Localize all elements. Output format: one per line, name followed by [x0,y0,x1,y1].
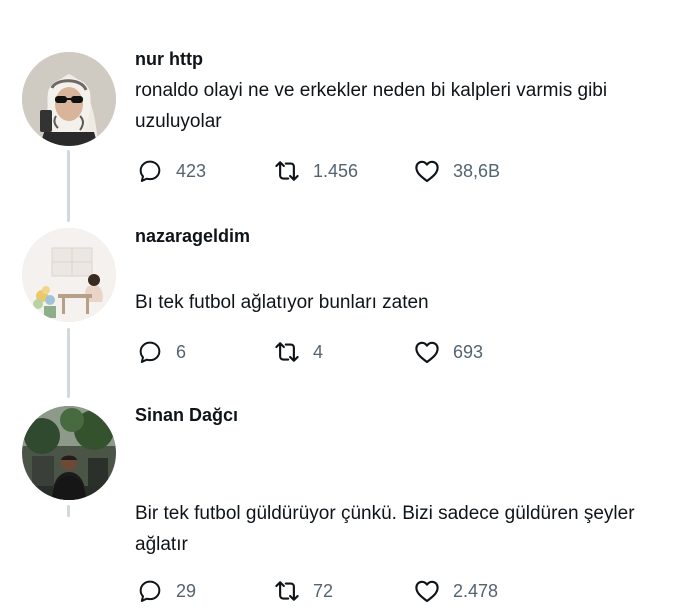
author-name[interactable]: nazarageldim [135,226,250,247]
thread-line [67,505,70,517]
retweet-count: 72 [313,580,334,601]
like-icon [412,156,442,186]
reply-count: 6 [176,341,187,362]
avatar[interactable] [22,406,116,500]
retweet-button[interactable]: 1.456 [272,155,358,187]
thread-line [67,150,70,222]
reply-icon [135,576,165,606]
like-count: 38,6B [453,160,501,181]
avatar-image [22,52,116,146]
like-icon [412,576,442,606]
like-icon [412,337,442,367]
retweet-icon [272,576,302,606]
retweet-button[interactable]: 72 [272,575,333,607]
retweet-icon [272,337,302,367]
avatar-image [22,406,116,500]
thread-line [67,328,70,398]
author-name[interactable]: Sinan Dağcı [135,405,238,426]
reply-count: 423 [176,160,207,181]
like-button[interactable]: 38,6B [412,155,500,187]
like-button[interactable]: 693 [412,336,483,368]
reply-icon [135,337,165,367]
author-name[interactable]: nur http [135,49,203,70]
avatar[interactable] [22,52,116,146]
reply-button[interactable]: 423 [135,155,206,187]
retweet-icon [272,156,302,186]
tweet-actions: 423 1.456 38,6B [135,155,655,187]
reply-count: 29 [176,580,197,601]
reply-button[interactable]: 6 [135,336,186,368]
reply-button[interactable]: 29 [135,575,196,607]
tweet-text: ronaldo olayi ne ve erkekler neden bi ka… [135,80,608,132]
retweet-count: 4 [313,341,324,362]
like-count: 693 [453,341,484,362]
like-button[interactable]: 2.478 [412,575,498,607]
reply-icon [135,156,165,186]
avatar-image [22,228,116,322]
retweet-count: 1.456 [313,160,359,181]
like-count: 2.478 [453,580,499,601]
tweet-text: Bir tek futbol güldürüyor çünkü. Bizi sa… [135,503,635,555]
retweet-button[interactable]: 4 [272,336,323,368]
tweet-actions: 6 4 693 [135,336,655,368]
avatar[interactable] [22,228,116,322]
tweet-actions: 29 72 2.478 [135,575,655,607]
tweet-text: Bı tek futbol ağlatıyor bunları zaten [135,292,429,313]
